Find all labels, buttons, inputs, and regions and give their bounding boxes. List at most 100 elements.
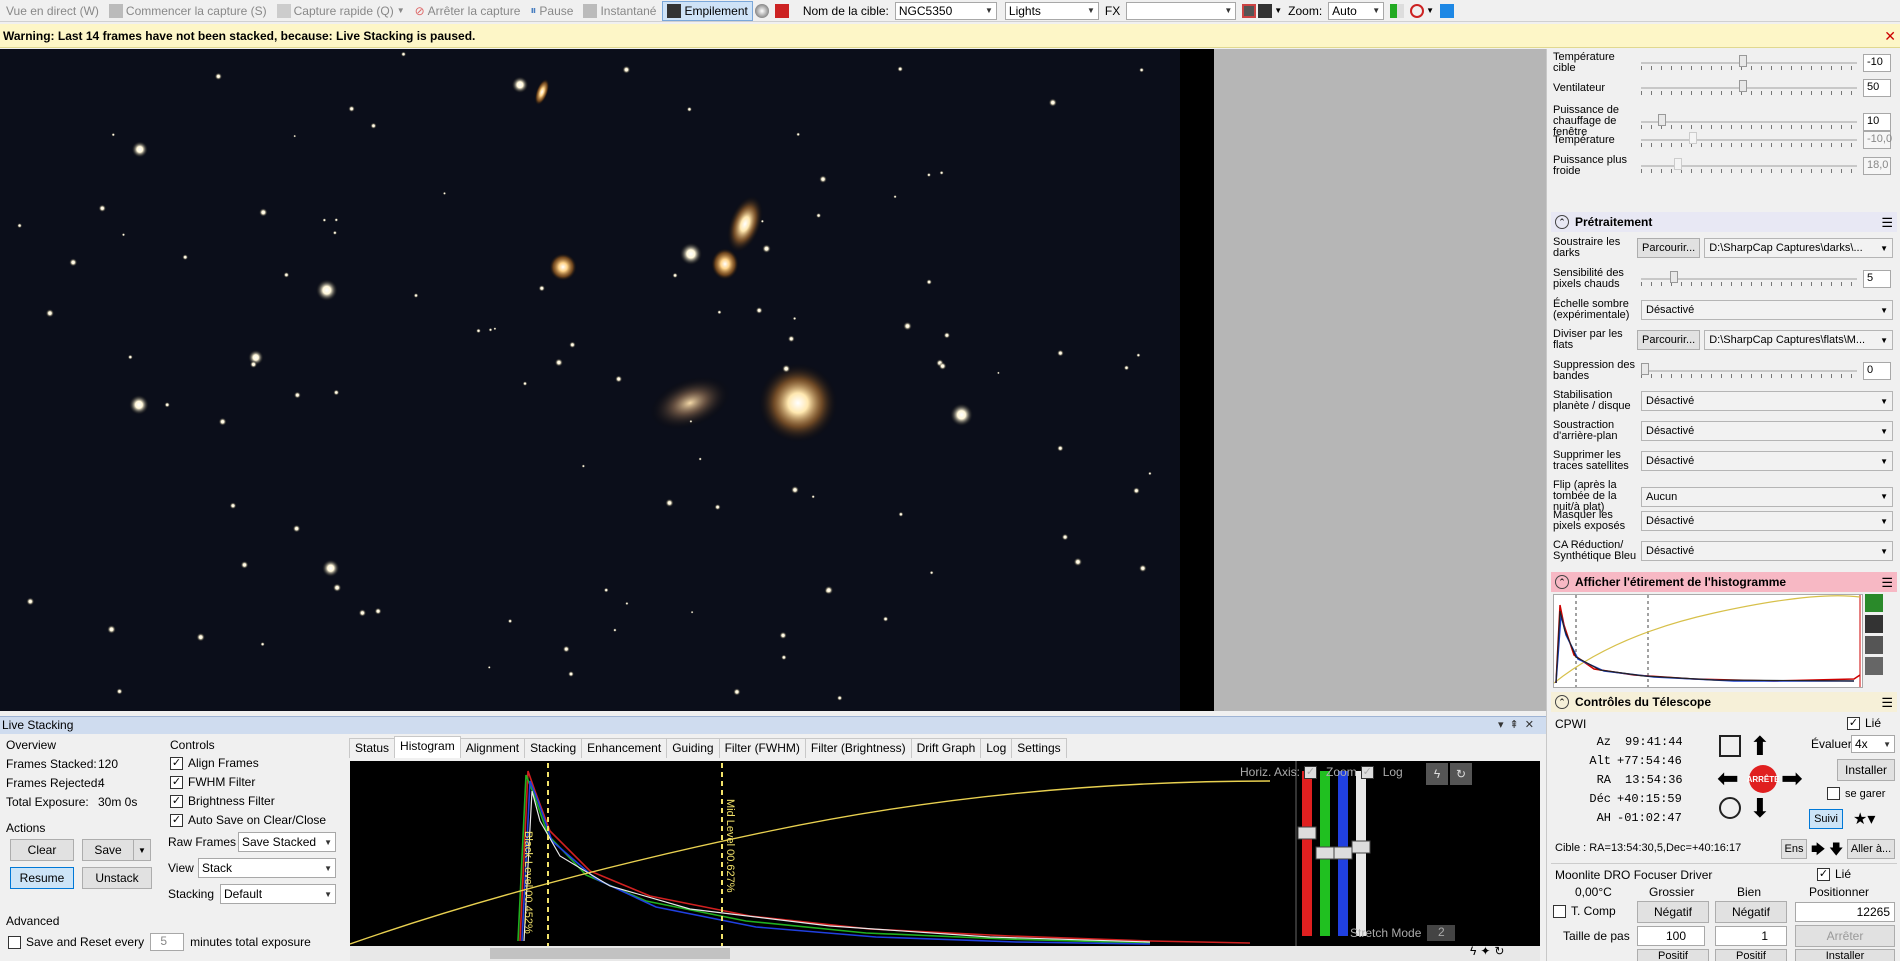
stretch-histogram[interactable] xyxy=(1553,594,1863,688)
banding-slider[interactable] xyxy=(1641,363,1857,379)
rate-combo[interactable]: 4x ▼ xyxy=(1851,735,1895,753)
arrow-down-icon[interactable]: 🡇 xyxy=(1829,839,1843,863)
fwhm-filter-checkbox[interactable]: ✓ FWHM Filter xyxy=(170,775,255,789)
resume-button[interactable]: Resume xyxy=(10,867,74,889)
tab-settings[interactable]: Settings xyxy=(1011,738,1067,758)
close-icon[interactable]: ✕ xyxy=(1884,24,1896,48)
raw-frames-combo[interactable]: Save Stacked ▼ xyxy=(238,832,336,852)
save-reset-checkbox[interactable] xyxy=(8,935,21,949)
camera-control-value[interactable]: -10 xyxy=(1863,54,1891,72)
stacking-histogram[interactable]: Black Level 00.452% Mid Level 00.627% Ho… xyxy=(349,761,1540,946)
zoom-checkbox[interactable]: ✓ xyxy=(1304,765,1318,779)
collapse-icon[interactable]: ⌃ xyxy=(1555,695,1569,709)
add-icon[interactable]: ✦ xyxy=(1480,944,1490,958)
fine-positive-button[interactable]: Positif xyxy=(1715,949,1787,961)
camera-control-slider[interactable] xyxy=(1641,158,1857,174)
banding-value[interactable]: 0 xyxy=(1863,362,1891,380)
slider-thumb[interactable] xyxy=(1739,80,1747,92)
tab-status[interactable]: Status xyxy=(349,738,396,758)
focuser-position-input[interactable]: 12265 xyxy=(1795,902,1895,922)
coarse-negative-button[interactable]: Négatif xyxy=(1637,901,1709,923)
camera-control-value[interactable]: 18,0 xyxy=(1863,157,1891,175)
histogram-scrollbar[interactable] xyxy=(350,946,1540,961)
reset-icon[interactable]: ↻ xyxy=(1450,763,1472,785)
align-frames-checkbox[interactable]: ✓ Align Frames xyxy=(170,756,259,770)
arrow-left-icon[interactable]: ⬅ xyxy=(1717,765,1739,791)
flip-combo[interactable]: Aucun ▼ xyxy=(1641,486,1893,507)
arrow-right-icon[interactable]: 🡆 xyxy=(1811,839,1825,863)
tcomp-checkbox[interactable]: T. Comp xyxy=(1553,904,1616,918)
checkbox-icon[interactable] xyxy=(1553,904,1566,918)
camera-control-slider[interactable] xyxy=(1641,80,1857,96)
arrow-up-icon[interactable]: ⬆ xyxy=(1749,733,1771,759)
crosshair-icon[interactable] xyxy=(1242,3,1257,18)
stretch-mode-value[interactable]: 2 xyxy=(1427,925,1456,941)
checkbox-checked-icon[interactable]: ✓ xyxy=(170,775,183,789)
tab-guiding[interactable]: Guiding xyxy=(666,738,720,758)
stop-capture-button[interactable]: ⊘ Arrêter la capture xyxy=(411,1,525,21)
ca-combo[interactable]: Désactivé ▼ xyxy=(1641,541,1893,561)
arrow-down-icon[interactable]: ⬇ xyxy=(1749,795,1771,821)
checkbox-checked-icon[interactable]: ✓ xyxy=(1847,716,1860,730)
stacking-mode-combo[interactable]: Default ▼ xyxy=(220,884,336,904)
background-combo[interactable]: Désactivé ▼ xyxy=(1641,421,1893,441)
track-button[interactable]: Suivi xyxy=(1809,809,1843,829)
pause-button[interactable]: ⏸ Pause xyxy=(526,1,577,21)
checkbox-checked-icon[interactable]: ✓ xyxy=(1817,867,1830,881)
mask-combo[interactable]: Désactivé ▼ xyxy=(1641,511,1893,531)
camera-control-slider[interactable] xyxy=(1641,55,1857,71)
checkbox-icon[interactable] xyxy=(1827,787,1840,800)
stabilization-combo[interactable]: Désactivé ▼ xyxy=(1641,391,1893,411)
fx-combo[interactable]: ▼ xyxy=(1126,1,1237,20)
telescope-linked[interactable]: ✓ Lié xyxy=(1847,716,1881,730)
coarse-step-input[interactable]: 100 xyxy=(1637,926,1705,946)
tab-enhancement[interactable]: Enhancement xyxy=(581,738,668,758)
histogram-stretch-header[interactable]: ⌃ Afficher l'étirement de l'histogramme … xyxy=(1551,572,1897,592)
lightning-icon[interactable]: ϟ xyxy=(1470,944,1476,958)
checkbox-checked-icon[interactable]: ✓ xyxy=(170,813,183,827)
dark-frame-icon[interactable] xyxy=(754,3,769,18)
fine-step-input[interactable]: 1 xyxy=(1715,926,1787,946)
camera-control-value[interactable]: 50 xyxy=(1863,79,1891,97)
focuser-install-button[interactable]: Installer xyxy=(1795,949,1895,961)
darks-path-combo[interactable]: D:\SharpCap Captures\darks\... ▼ xyxy=(1704,238,1893,258)
star-icon[interactable]: ★▾ xyxy=(1853,809,1875,829)
fine-negative-button[interactable]: Négatif xyxy=(1715,901,1787,923)
goto-button[interactable]: Aller à... xyxy=(1847,839,1895,859)
start-capture-button[interactable]: Commencer la capture (S) xyxy=(105,1,271,21)
hot-pixels-slider[interactable] xyxy=(1641,271,1857,287)
view-combo[interactable]: Stack ▼ xyxy=(198,858,336,878)
window-controls[interactable]: ▾⇞✕ xyxy=(1498,717,1540,734)
rgb-level-sliders[interactable] xyxy=(1297,771,1371,936)
arrow-right-icon[interactable]: ➡ xyxy=(1781,765,1803,791)
set-button[interactable]: Ens xyxy=(1781,839,1807,859)
focuser-linked[interactable]: ✓ Lié xyxy=(1817,867,1851,881)
slider-thumb[interactable] xyxy=(1641,363,1649,375)
hamburger-menu-icon[interactable]: ☰ xyxy=(1881,215,1893,231)
save-dropdown-icon[interactable]: ▼ xyxy=(133,839,151,861)
unstack-button[interactable]: Unstack xyxy=(82,867,152,889)
coarse-positive-button[interactable]: Positif xyxy=(1637,949,1709,961)
sync-icon[interactable] xyxy=(1719,735,1741,757)
save-button[interactable]: Save xyxy=(82,839,134,861)
lightning-icon[interactable] xyxy=(1865,636,1883,654)
tab-drift-graph[interactable]: Drift Graph xyxy=(910,738,982,758)
hot-pixels-value[interactable]: 5 xyxy=(1863,270,1891,288)
slider-thumb[interactable] xyxy=(1739,55,1747,67)
collapse-icon[interactable]: ⌃ xyxy=(1555,215,1569,229)
dark-scale-combo[interactable]: Désactivé ▼ xyxy=(1641,300,1893,320)
live-view-button[interactable]: Vue en direct (W) xyxy=(2,1,103,21)
flat-frame-icon[interactable] xyxy=(774,3,789,18)
stacking-button[interactable]: Empilement xyxy=(662,0,753,21)
browse-flats-button[interactable]: Parcourir... xyxy=(1637,330,1701,350)
brightness-filter-checkbox[interactable]: ✓ Brightness Filter xyxy=(170,794,275,808)
slider-thumb[interactable] xyxy=(1674,158,1682,170)
home-icon[interactable] xyxy=(1719,797,1741,819)
quick-capture-button[interactable]: Capture rapide (Q) ▼ xyxy=(273,1,409,21)
log-checkbox[interactable]: ✓ xyxy=(1360,765,1374,779)
magnifier-icon[interactable] xyxy=(1410,3,1425,18)
frame-type-combo[interactable]: Lights ▼ xyxy=(1004,1,1099,20)
clear-button[interactable]: Clear xyxy=(10,839,74,861)
slider-thumb[interactable] xyxy=(1670,271,1678,283)
tab-alignment[interactable]: Alignment xyxy=(459,738,526,758)
